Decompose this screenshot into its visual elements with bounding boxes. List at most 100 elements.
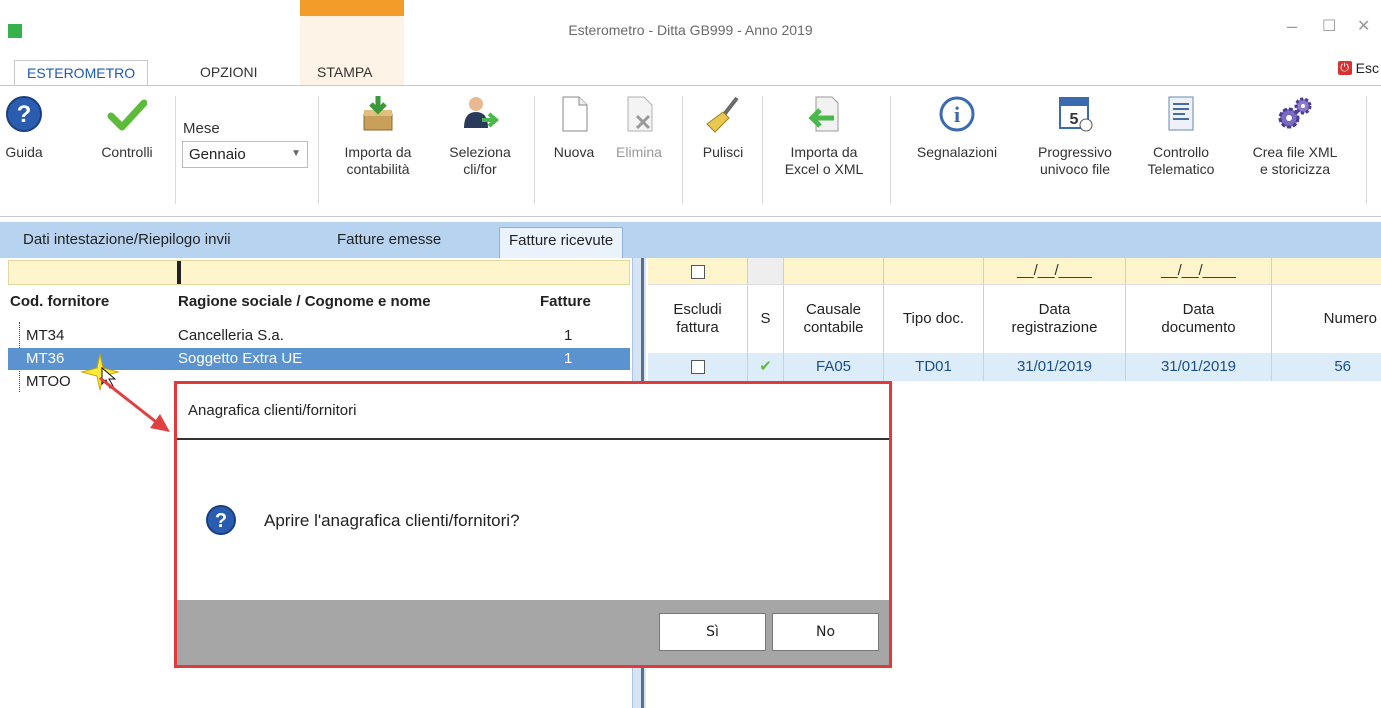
broom-icon	[706, 96, 739, 133]
header-data-doc-1: Data	[1182, 301, 1215, 318]
separator	[762, 96, 763, 204]
row-cod: MT34	[26, 327, 65, 344]
esci-button[interactable]: ⏻ Esc	[1337, 60, 1379, 76]
row-ragione: Cancelleria S.a.	[178, 327, 284, 344]
new-document-icon	[562, 96, 588, 132]
table-row[interactable]: MT34 Cancelleria S.a. 1	[8, 325, 630, 347]
svg-text:i: i	[954, 102, 960, 127]
row-data-reg: 31/01/2019	[984, 353, 1126, 381]
mese-label: Mese	[183, 120, 220, 137]
crea-label-1: Crea file XML	[1252, 144, 1338, 160]
pulisci-label: Pulisci	[702, 144, 744, 160]
controlli-label: Controlli	[101, 144, 153, 160]
guida-button[interactable]: ? Guida	[0, 94, 48, 161]
gears-icon	[1278, 97, 1312, 129]
row-fatture: 1	[564, 350, 573, 367]
close-button[interactable]: ✕	[1357, 16, 1370, 36]
filter-s	[748, 258, 784, 284]
elimina-label: Elimina	[616, 144, 662, 160]
header-tipo[interactable]: Tipo doc.	[884, 285, 984, 353]
seleziona-label-2: cli/for	[463, 161, 497, 177]
header-numero[interactable]: Numero	[1272, 285, 1381, 353]
confirm-dialog: Anagrafica clienti/fornitori ? Aprire l'…	[174, 381, 892, 668]
filter-escludi-checkbox[interactable]	[648, 258, 748, 284]
header-escludi[interactable]: Escludi fattura	[648, 285, 748, 353]
svg-text:5: 5	[1070, 111, 1079, 128]
separator	[175, 96, 176, 204]
nuova-button[interactable]: Nuova	[544, 94, 604, 161]
left-header: Cod. fornitore Ragione sociale / Cognome…	[8, 293, 630, 318]
progressivo-label-1: Progressivo	[1038, 144, 1112, 160]
controllo-telematico-button[interactable]: Controllo Telematico	[1133, 94, 1229, 178]
header-causale-1: Causale	[805, 301, 862, 318]
header-data-doc[interactable]: Data documento	[1126, 285, 1272, 353]
table-row[interactable]: ✔ FA05 TD01 31/01/2019 31/01/2019 56	[648, 353, 1381, 381]
filter-cod[interactable]	[9, 261, 179, 284]
maximize-button[interactable]: ☐	[1322, 16, 1336, 36]
header-data-reg[interactable]: Data registrazione	[984, 285, 1126, 353]
document-lines-icon	[1168, 96, 1194, 131]
filter-tipo[interactable]	[884, 258, 984, 284]
seleziona-clifor-button[interactable]: Seleziona cli/for	[432, 94, 528, 178]
segnalazioni-button[interactable]: i Segnalazioni	[896, 94, 1018, 161]
filter-data-reg[interactable]: __/__/____	[984, 258, 1126, 284]
controllo-label-2: Telematico	[1147, 161, 1215, 177]
dialog-message: Aprire l'anagrafica clienti/fornitori?	[264, 511, 520, 530]
filter-data-doc[interactable]: __/__/____	[1126, 258, 1272, 284]
header-cod[interactable]: Cod. fornitore	[10, 293, 109, 310]
header-ragione[interactable]: Ragione sociale / Cognome e nome	[178, 293, 431, 310]
importa-excel-button[interactable]: Importa da Excel o XML	[768, 94, 880, 178]
row-causale: FA05	[784, 353, 884, 381]
header-s[interactable]: S	[748, 285, 784, 353]
header-causale-2: contabile	[803, 319, 864, 336]
importa-contabilita-button[interactable]: Importa da contabilità	[326, 94, 430, 178]
progressivo-label-2: univoco file	[1039, 161, 1111, 177]
filter-numero[interactable]	[1272, 258, 1381, 284]
tab-stampa[interactable]: STAMPA	[305, 60, 385, 86]
tab-opzioni[interactable]: OPZIONI	[188, 60, 270, 86]
nuova-label: Nuova	[553, 144, 595, 160]
header-fatture[interactable]: Fatture	[540, 293, 591, 310]
header-causale[interactable]: Causale contabile	[784, 285, 884, 353]
minimize-button[interactable]: –	[1287, 16, 1297, 37]
separator	[682, 96, 683, 204]
importa-excel-label-2: Excel o XML	[784, 161, 864, 177]
esci-label: Esc	[1355, 60, 1379, 76]
separator	[534, 96, 535, 204]
seleziona-label-1: Seleziona	[449, 144, 511, 160]
chevron-down-icon: ▼	[291, 148, 301, 159]
tab-dati-intestazione[interactable]: Dati intestazione/Riepilogo invii	[14, 227, 240, 258]
tab-fatture-emesse[interactable]: Fatture emesse	[328, 227, 450, 258]
delete-document-icon	[627, 96, 653, 132]
import-box-icon	[363, 96, 393, 131]
tab-fatture-ricevute[interactable]: Fatture ricevute	[499, 227, 624, 258]
yes-button[interactable]: Sì	[659, 613, 766, 651]
importa-contab-label-1: Importa da	[344, 144, 412, 160]
power-icon: ⏻	[1337, 61, 1352, 75]
separator	[1366, 96, 1367, 204]
header-data-reg-1: Data	[1038, 301, 1071, 318]
row-escludi-checkbox[interactable]	[648, 353, 748, 381]
row-numero: 56	[1334, 358, 1351, 375]
row-data-doc: 31/01/2019	[1126, 353, 1272, 381]
pulisci-button[interactable]: Pulisci	[690, 94, 756, 161]
grid-header-row: Escludi fattura S Causale contabile Tipo d…	[648, 285, 1381, 353]
progressivo-button[interactable]: 5 Progressivo univoco file	[1018, 94, 1132, 178]
stampa-accent	[300, 0, 404, 16]
question-icon: ?	[206, 505, 236, 535]
row-cod: MTOO	[26, 373, 71, 390]
left-filter-row[interactable]	[8, 260, 630, 285]
no-button[interactable]: No	[772, 613, 879, 651]
calendar-icon: 5	[1059, 97, 1093, 132]
dialog-title: Anagrafica clienti/fornitori	[188, 402, 357, 419]
header-escludi-1: Escludi	[673, 301, 722, 318]
grid-filter-row: __/__/____ __/__/____	[648, 258, 1381, 285]
controlli-button[interactable]: Controlli	[84, 94, 170, 161]
crea-file-xml-button[interactable]: Crea file XML e storicizza	[1234, 94, 1356, 178]
tab-esterometro[interactable]: ESTEROMETRO	[14, 60, 149, 86]
elimina-button[interactable]: Elimina	[604, 94, 674, 161]
guida-label: Guida	[5, 144, 43, 160]
mese-select[interactable]: Gennaio ▼	[182, 141, 308, 168]
filter-causale[interactable]	[784, 258, 884, 284]
segnalazioni-label: Segnalazioni	[916, 144, 998, 160]
